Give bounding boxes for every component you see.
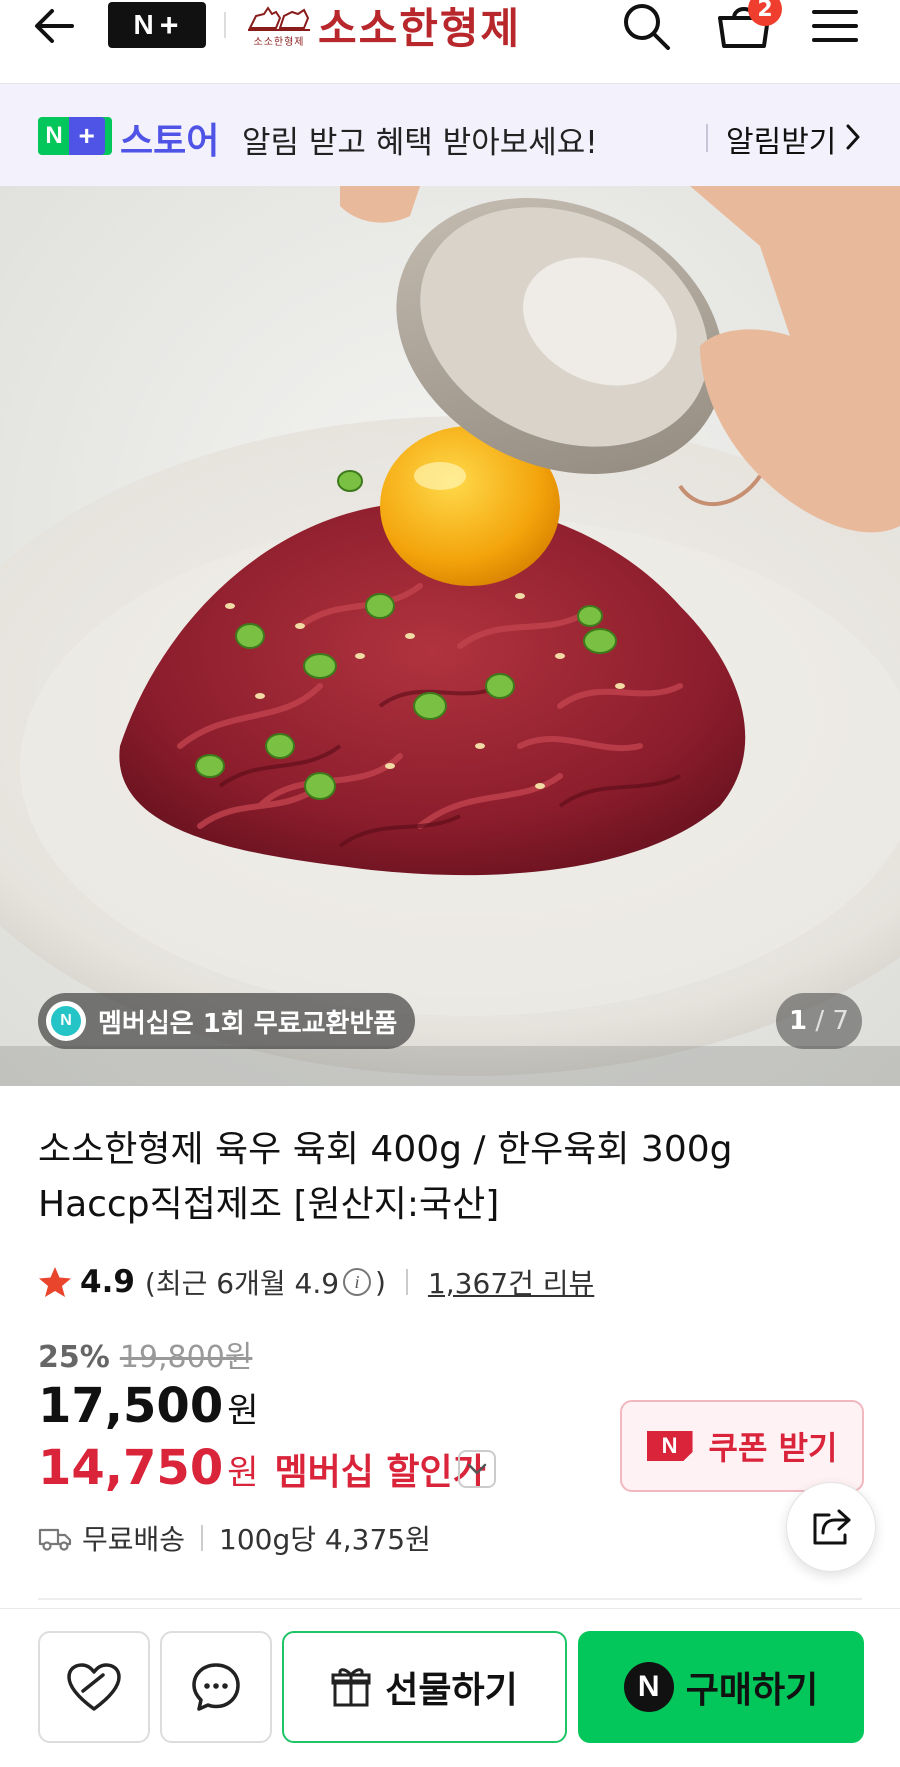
header-divider [224, 12, 226, 38]
membership-icon: N [46, 1001, 86, 1041]
store-emblem-caption: 소소한형제 [253, 37, 305, 48]
chat-bubble-icon [192, 1663, 240, 1711]
gift-button[interactable]: 선물하기 [282, 1631, 567, 1743]
membership-price-unit: 원 [227, 1453, 259, 1493]
sale-price-unit: 원 [227, 1391, 259, 1431]
star-icon [39, 1267, 71, 1297]
bottom-action-bar: 선물하기 N 구매하기 [0, 1608, 900, 1767]
rating-recent-text: (최근 6개월 4.9 [144, 1267, 340, 1300]
back-arrow-icon[interactable] [30, 6, 84, 46]
delivery-truck-icon [38, 1528, 72, 1551]
nplus-store-n: N [45, 122, 63, 149]
gift-button-label: 선물하기 [385, 1670, 518, 1711]
free-shipping-label: 무료배송 [82, 1523, 186, 1556]
shipping-row: 무료배송 100g당 4,375원 [38, 1518, 431, 1558]
store-name: 소소한형제 [318, 3, 522, 53]
sale-price-value: 17,500 [38, 1378, 224, 1434]
current-page: 1 [789, 1006, 808, 1036]
share-icon [813, 1509, 851, 1545]
image-page-indicator: 1 / 7 [776, 993, 862, 1049]
membership-price-expand-button[interactable] [458, 1450, 496, 1488]
coupon-n-icon: N [646, 1431, 693, 1461]
wishlist-button[interactable] [38, 1631, 150, 1743]
naver-plus-logo[interactable]: N + [108, 2, 206, 48]
chevron-right-icon [846, 124, 860, 150]
info-icon[interactable]: i [343, 1268, 372, 1296]
get-coupon-button[interactable]: N 쿠폰 받기 [620, 1400, 864, 1492]
buy-now-button[interactable]: N 구매하기 [578, 1631, 864, 1743]
notice-divider [706, 124, 708, 152]
discount-rate: 25% [38, 1340, 110, 1375]
product-title-line1: 소소한형제 육우 육회 400g / 한우육회 300g [38, 1129, 733, 1170]
review-count-link[interactable]: 1,367건 리뷰 [428, 1262, 594, 1302]
section-divider [38, 1598, 862, 1600]
subscribe-alert-link[interactable]: 알림받기 [726, 117, 836, 161]
membership-price-value: 14,750 [38, 1440, 224, 1496]
membership-badge-text: 멤버십은 1회 무료교환반품 [98, 1008, 398, 1039]
store-logo[interactable]: 소소한형제 소소한형제 [246, 0, 521, 53]
product-image[interactable] [0, 186, 900, 1086]
rating-recent-close: ) [375, 1265, 386, 1299]
membership-icon-letter: N [51, 1006, 81, 1036]
nplus-store-plus: + [68, 117, 105, 155]
unit-price: 100g당 4,375원 [219, 1523, 431, 1556]
rating-divider [405, 1269, 408, 1295]
heart-icon [67, 1663, 121, 1711]
talk-chat-button[interactable] [160, 1631, 272, 1743]
buy-button-label: 구매하기 [685, 1670, 819, 1711]
notice-message: 알림 받고 혜택 받아보세요! [242, 125, 598, 161]
product-title: 소소한형제 육우 육회 400g / 한우육회 300g Haccp직접제조 [… [38, 1122, 838, 1232]
coupon-button-label: 쿠폰 받기 [708, 1429, 838, 1467]
shipping-divider [201, 1525, 204, 1551]
rating-row: 4.9 (최근 6개월 4.9 i ) 1,367건 리뷰 [38, 1262, 594, 1302]
notification-banner[interactable]: N + 스토어 알림 받고 혜택 받아보세요! 알림받기 [0, 84, 900, 186]
discount-row: 25% 19,800원 [38, 1332, 252, 1376]
membership-free-return-badge[interactable]: N 멤버십은 1회 무료교환반품 [38, 993, 416, 1049]
store-emblem-icon: 소소한형제 [246, 2, 312, 48]
top-header: N + 소소한형제 소소한형제 2 [0, 0, 900, 84]
membership-price-label: 멤버십 할인가 [274, 1452, 486, 1493]
membership-price: 14,750 원 멤버십 할인가 [38, 1440, 486, 1496]
naver-plus-plus: + [159, 6, 181, 43]
sale-price: 17,500 원 [38, 1378, 259, 1434]
share-button[interactable] [786, 1482, 876, 1572]
product-title-line2: Haccp직접제조 [원산지:국산] [38, 1184, 500, 1225]
rating-score: 4.9 [80, 1264, 135, 1300]
search-icon[interactable] [618, 0, 674, 50]
nplus-store-logo: N + [38, 117, 112, 155]
gift-icon [331, 1668, 371, 1707]
total-pages: / 7 [815, 1006, 849, 1036]
menu-icon[interactable] [810, 4, 860, 48]
chevron-down-icon [467, 1463, 487, 1475]
naver-plus-n: N [133, 9, 156, 40]
naver-pay-icon: N [623, 1662, 674, 1712]
original-price: 19,800원 [119, 1340, 253, 1375]
nplus-store-label: 스토어 [120, 121, 220, 162]
